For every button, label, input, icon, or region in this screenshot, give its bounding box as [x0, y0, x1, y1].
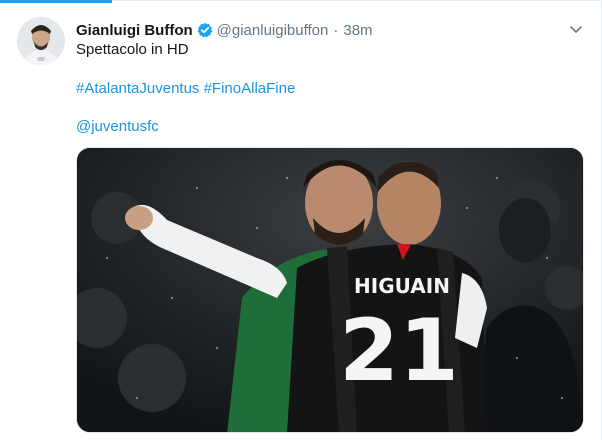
verified-badge-icon: [197, 22, 213, 38]
jersey-name: HIGUAIN: [354, 274, 450, 298]
chevron-down-icon[interactable]: [568, 21, 584, 37]
author-handle[interactable]: @gianluigibuffon: [217, 22, 329, 39]
tweet-text: Spettacolo in HD: [76, 41, 189, 58]
hashtag-link[interactable]: #AtalantaJuventus: [76, 80, 199, 97]
tweet-header: Gianluigi Buffon @gianluigibuffon · 38m: [76, 20, 373, 40]
hashtag-link[interactable]: #FinoAllaFine: [204, 80, 296, 97]
mention-line: @juventusfc: [76, 117, 159, 137]
avatar[interactable]: [17, 17, 65, 65]
jersey-number: 21: [339, 301, 459, 401]
separator-dot: ·: [333, 21, 339, 39]
author-name[interactable]: Gianluigi Buffon: [76, 22, 193, 39]
active-tab-indicator: [0, 0, 112, 3]
mention-link[interactable]: @juventusfc: [76, 118, 159, 135]
timestamp[interactable]: 38m: [343, 22, 372, 39]
hashtag-line: #AtalantaJuventus #FinoAllaFine: [76, 79, 295, 99]
tweet-media-photo[interactable]: HIGUAIN 21: [76, 147, 584, 433]
